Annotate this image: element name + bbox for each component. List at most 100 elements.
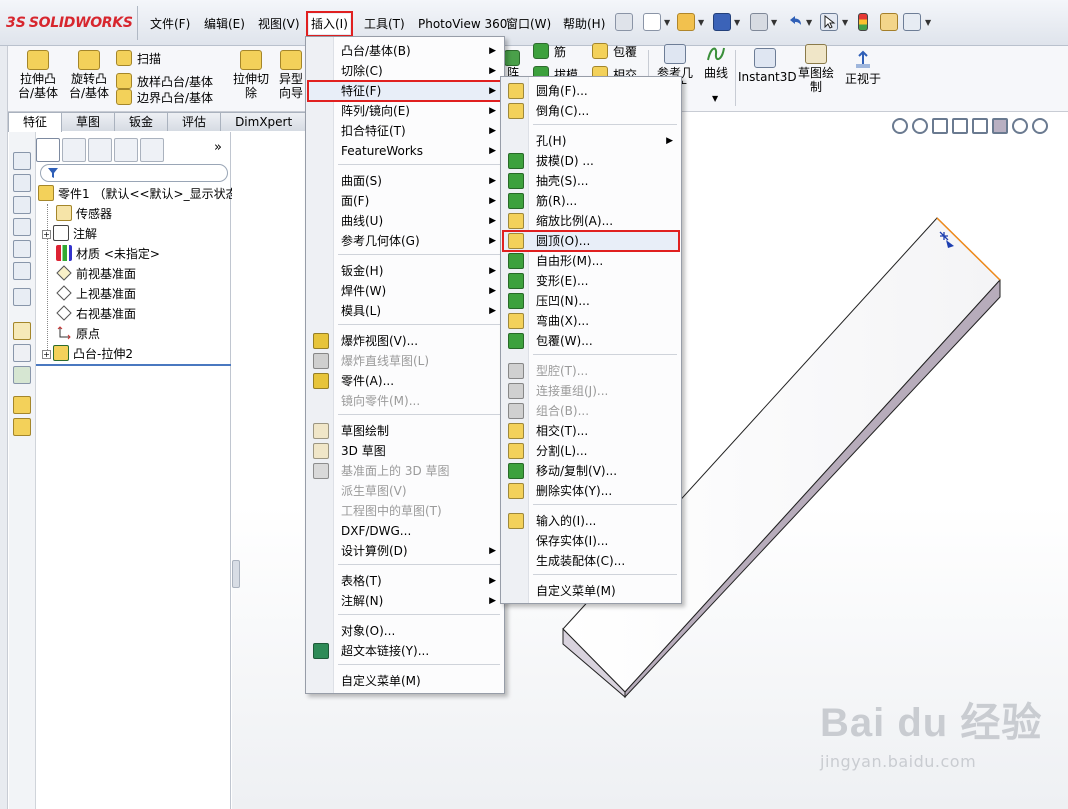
feature-tool-icon[interactable] (13, 418, 31, 436)
open-folder-icon[interactable] (677, 13, 695, 31)
configuration-manager-tab-icon[interactable] (88, 138, 112, 162)
menu-item[interactable]: 分割(L)... (503, 441, 679, 461)
menu-item[interactable]: 注解(N) ▶ (308, 591, 502, 611)
sketch-button[interactable]: 草图绘 制 (794, 44, 838, 94)
menu-item[interactable]: 超文本链接(Y)... (308, 641, 502, 661)
panel-splitter-handle[interactable] (232, 560, 240, 588)
zoom-to-area-icon[interactable] (912, 118, 928, 134)
menu-item[interactable]: 相交(T)... (503, 421, 679, 441)
menu-item[interactable]: 3D 草图 (308, 441, 502, 461)
tree-item-sensors[interactable]: 传感器 (56, 204, 112, 224)
pin-icon[interactable] (615, 13, 633, 31)
zoom-to-fit-icon[interactable] (892, 118, 908, 134)
wrap-button[interactable]: 包覆 (592, 43, 637, 61)
select-pointer-icon[interactable] (820, 13, 838, 31)
menu-item[interactable]: 模具(L) ▶ (308, 301, 502, 321)
menu-item[interactable]: 移动/复制(V)... (503, 461, 679, 481)
menu-help[interactable]: 帮助(H) (561, 14, 607, 34)
view-orientation-icon[interactable] (972, 118, 988, 134)
display-manager-tab-icon[interactable] (140, 138, 164, 162)
tab-evaluate[interactable]: 评估 (167, 112, 222, 131)
chevron-down-icon[interactable]: ▼ (712, 94, 718, 103)
boundary-boss-button[interactable]: 边界凸台/基体 (116, 89, 213, 107)
sketch-tool-icon[interactable] (13, 322, 31, 340)
menu-item[interactable]: 保存实体(I)... (503, 531, 679, 551)
menu-item[interactable]: 抽壳(S)... (503, 171, 679, 191)
print-icon[interactable] (750, 13, 768, 31)
view-cube-icon[interactable] (13, 240, 31, 258)
tab-sheet-metal[interactable]: 钣金 (114, 112, 169, 131)
menu-item[interactable]: 缩放比例(A)... (503, 211, 679, 231)
section-view-icon[interactable] (952, 118, 968, 134)
menu-item[interactable]: FeatureWorks ▶ (308, 141, 502, 161)
view-cube-icon[interactable] (13, 174, 31, 192)
menu-item[interactable]: 零件(A)... (308, 371, 502, 391)
chevron-down-icon[interactable]: ▼ (842, 18, 848, 27)
tree-item-top-plane[interactable]: 上视基准面 (56, 284, 136, 304)
display-style-icon[interactable] (992, 118, 1008, 134)
menu-item[interactable]: 压凹(N)... (503, 291, 679, 311)
menu-item[interactable]: 包覆(W)... (503, 331, 679, 351)
tab-sketch[interactable]: 草图 (61, 112, 116, 131)
menu-item[interactable]: 钣金(H) ▶ (308, 261, 502, 281)
revolve-boss-button[interactable]: 旋转凸 台/基体 (64, 50, 114, 100)
menu-item[interactable]: 表格(T) ▶ (308, 571, 502, 591)
menu-item[interactable]: 输入的(I)... (503, 511, 679, 531)
hole-wizard-button[interactable]: 异型 向导 (276, 50, 306, 100)
chevron-down-icon[interactable]: ▼ (925, 18, 931, 27)
menu-photoview[interactable]: PhotoView 360 (416, 14, 509, 34)
extrude-boss-button[interactable]: 拉伸凸 台/基体 (14, 50, 62, 100)
menu-item[interactable]: 爆炸视图(V)... (308, 331, 502, 351)
menu-item[interactable]: 特征(F) ▶ (307, 80, 503, 102)
options-icon[interactable] (903, 13, 921, 31)
tree-item-boss-extrude[interactable]: + 凸台-拉伸2 (42, 344, 133, 364)
previous-view-icon[interactable] (932, 118, 948, 134)
menu-item[interactable]: 自定义菜单(M) (503, 581, 679, 601)
file-properties-icon[interactable] (880, 13, 898, 31)
relation-icon[interactable] (13, 366, 31, 384)
menu-item[interactable]: 弯曲(X)... (503, 311, 679, 331)
view-cube-icon[interactable] (13, 152, 31, 170)
menu-item[interactable]: 设计算例(D) ▶ (308, 541, 502, 561)
view-cube-icon[interactable] (13, 196, 31, 214)
tab-dimxpert[interactable]: DimXpert (220, 112, 308, 131)
menu-item[interactable]: 扣合特征(T) ▶ (308, 121, 502, 141)
menu-tools[interactable]: 工具(T) (362, 14, 407, 34)
tree-item-origin[interactable]: 原点 (56, 324, 100, 344)
menu-item[interactable]: 焊件(W) ▶ (308, 281, 502, 301)
menu-item[interactable]: 对象(O)... (308, 621, 502, 641)
menu-item[interactable]: 倒角(C)... (503, 101, 679, 121)
extrude-cut-button[interactable]: 拉伸切 除 (228, 50, 274, 100)
curves-button[interactable]: 曲线 (700, 44, 732, 80)
menu-edit[interactable]: 编辑(E) (202, 14, 247, 34)
menu-item[interactable]: 圆顶(O)... (502, 230, 680, 252)
menu-item[interactable]: 阵列/镜向(E) ▶ (308, 101, 502, 121)
rebuild-traffic-light-icon[interactable] (858, 13, 868, 31)
undo-icon[interactable] (786, 13, 804, 31)
view-cube-icon[interactable] (13, 218, 31, 236)
menu-item[interactable]: 拔模(D) ... (503, 151, 679, 171)
menu-window[interactable]: 窗口(W) (504, 14, 553, 34)
menu-file[interactable]: 文件(F) (148, 14, 192, 34)
filter-input[interactable] (40, 164, 228, 182)
menu-item[interactable]: 圆角(F)... (503, 81, 679, 101)
tree-item-right-plane[interactable]: 右视基准面 (56, 304, 136, 324)
tab-features[interactable]: 特征 (8, 112, 63, 132)
menu-item[interactable]: 曲线(U) ▶ (308, 211, 502, 231)
appearance-icon[interactable] (1032, 118, 1048, 134)
tree-item-annotations[interactable]: + 注解 (42, 224, 97, 244)
menu-item[interactable]: 孔(H) ▶ (503, 131, 679, 151)
feature-tree-tab-icon[interactable] (36, 138, 60, 162)
menu-view[interactable]: 视图(V) (256, 14, 302, 34)
menu-item[interactable]: 草图绘制 (308, 421, 502, 441)
feature-tool-icon[interactable] (13, 396, 31, 414)
chevron-down-icon[interactable]: ▼ (734, 18, 740, 27)
menu-item[interactable]: 自定义菜单(M) (308, 671, 502, 691)
property-manager-tab-icon[interactable] (62, 138, 86, 162)
new-document-icon[interactable] (643, 13, 661, 31)
smart-dimension-icon[interactable] (13, 344, 31, 362)
hide-show-icon[interactable] (1012, 118, 1028, 134)
menu-insert[interactable]: 插入(I) (306, 11, 353, 37)
instant3d-button[interactable]: Instant3D (738, 48, 797, 84)
menu-item[interactable]: 曲面(S) ▶ (308, 171, 502, 191)
